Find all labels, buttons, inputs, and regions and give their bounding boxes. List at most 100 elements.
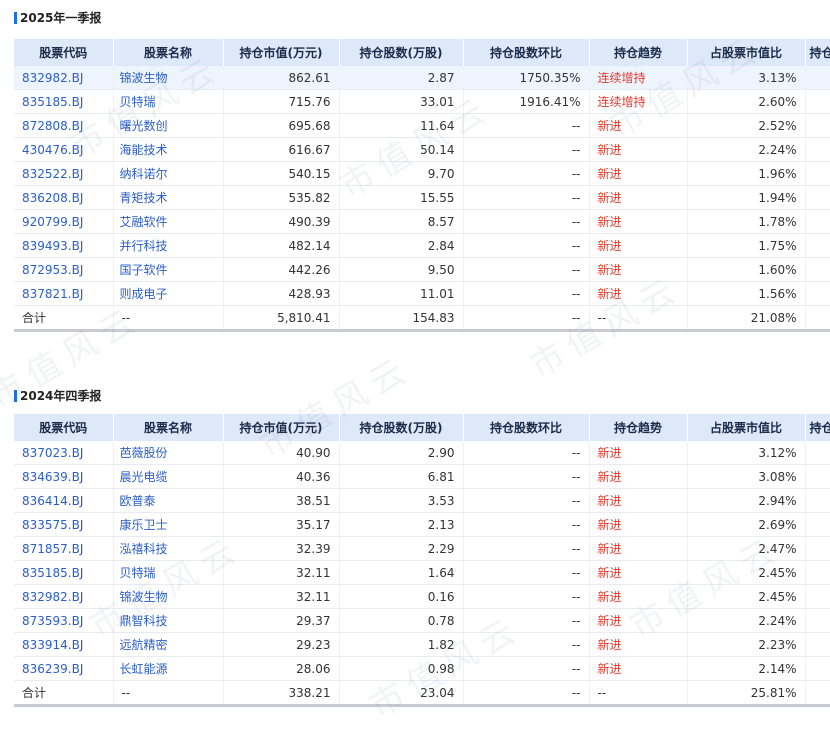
stock-name-link[interactable]: 国子软件 <box>113 257 224 282</box>
stock-name-link[interactable]: 晨光电缆 <box>113 464 224 489</box>
stock-code-link[interactable]: 873593.BJ <box>14 608 114 633</box>
shares-qoq: -- <box>463 161 590 186</box>
stock-name-link[interactable]: 曙光数创 <box>113 113 224 138</box>
stock-name-link[interactable]: 远航精密 <box>113 632 224 657</box>
holding-shares: 2.29 <box>339 536 464 561</box>
stock-name-link[interactable]: 青矩技术 <box>113 185 224 210</box>
stock-name-link[interactable]: 欧普泰 <box>113 488 224 513</box>
table-row: 872953.BJ 国子软件 442.26 9.50 -- 新进 1.60% <box>14 257 830 282</box>
stock-code-link[interactable]: 834639.BJ <box>14 464 114 489</box>
shares-qoq: -- <box>463 137 590 162</box>
holding-value: 490.39 <box>223 209 340 234</box>
holding-trend: 新进 <box>589 512 688 537</box>
stock-code-link[interactable]: 871857.BJ <box>14 536 114 561</box>
col-header-trend[interactable]: 持仓趋势 <box>589 414 688 441</box>
holding-cell <box>805 257 830 282</box>
shares-qoq: -- <box>463 488 590 513</box>
col-header-value[interactable]: 持仓市值(万元) <box>223 414 340 441</box>
total-row: 合计 -- 5,810.41 154.83 -- -- 21.08% <box>14 305 830 332</box>
col-header-qoq[interactable]: 持仓股数环比 <box>463 39 590 66</box>
stock-name-link[interactable]: 长虹能源 <box>113 656 224 681</box>
stock-name-link[interactable]: 纳科诺尔 <box>113 161 224 186</box>
holding-value: 32.11 <box>223 584 340 609</box>
table-row: 833575.BJ 康乐卫士 35.17 2.13 -- 新进 2.69% <box>14 512 830 537</box>
market-value-ratio: 2.94% <box>687 488 806 513</box>
holding-trend: 新进 <box>589 488 688 513</box>
stock-name-link[interactable]: 海能技术 <box>113 137 224 162</box>
holding-trend: 新进 <box>589 161 688 186</box>
stock-name-link[interactable]: 锦波生物 <box>113 66 224 90</box>
stock-code-link[interactable]: 920799.BJ <box>14 209 114 234</box>
stock-code-link[interactable]: 872953.BJ <box>14 257 114 282</box>
stock-name-link[interactable]: 康乐卫士 <box>113 512 224 537</box>
col-header-shares[interactable]: 持仓股数(万股) <box>339 414 464 441</box>
shares-qoq: -- <box>463 584 590 609</box>
market-value-ratio: 1.75% <box>687 233 806 258</box>
col-header-code[interactable]: 股票代码 <box>14 39 114 66</box>
holding-shares: 1.64 <box>339 560 464 585</box>
table-row: 836208.BJ 青矩技术 535.82 15.55 -- 新进 1.94% <box>14 185 830 210</box>
col-header-name[interactable]: 股票名称 <box>113 39 224 66</box>
holding-value: 35.17 <box>223 512 340 537</box>
col-header-shares[interactable]: 持仓股数(万股) <box>339 39 464 66</box>
table-row: 832982.BJ 锦波生物 862.61 2.87 1750.35% 连续增持 3.13% <box>14 66 830 90</box>
stock-name-link[interactable]: 艾融软件 <box>113 209 224 234</box>
holding-value: 40.36 <box>223 464 340 489</box>
stock-code-link[interactable]: 837023.BJ <box>14 441 114 465</box>
stock-name-link[interactable]: 泓禧科技 <box>113 536 224 561</box>
stock-code-link[interactable]: 835185.BJ <box>14 560 114 585</box>
col-header-holding[interactable]: 持仓 <box>805 414 830 441</box>
col-header-value[interactable]: 持仓市值(万元) <box>223 39 340 66</box>
col-header-qoq[interactable]: 持仓股数环比 <box>463 414 590 441</box>
stock-code-link[interactable]: 872808.BJ <box>14 113 114 138</box>
holding-shares: 9.50 <box>339 257 464 282</box>
holding-shares: 0.78 <box>339 608 464 633</box>
total-label: 合计 <box>14 305 114 332</box>
stock-name-link[interactable]: 鼎智科技 <box>113 608 224 633</box>
table-row: 832982.BJ 锦波生物 32.11 0.16 -- 新进 2.45% <box>14 584 830 609</box>
stock-code-link[interactable]: 430476.BJ <box>14 137 114 162</box>
holding-shares: 8.57 <box>339 209 464 234</box>
table-row: 835185.BJ 贝特瑞 32.11 1.64 -- 新进 2.45% <box>14 560 830 585</box>
shares-qoq: -- <box>463 608 590 633</box>
col-header-code[interactable]: 股票代码 <box>14 414 114 441</box>
stock-code-link[interactable]: 835185.BJ <box>14 89 114 114</box>
stock-code-link[interactable]: 833914.BJ <box>14 632 114 657</box>
stock-code-link[interactable]: 832522.BJ <box>14 161 114 186</box>
holding-trend: 新进 <box>589 536 688 561</box>
stock-code-link[interactable]: 839493.BJ <box>14 233 114 258</box>
shares-qoq: -- <box>463 656 590 681</box>
stock-name-link[interactable]: 锦波生物 <box>113 584 224 609</box>
stock-name-link[interactable]: 贝特瑞 <box>113 89 224 114</box>
holding-value: 442.26 <box>223 257 340 282</box>
stock-code-link[interactable]: 832982.BJ <box>14 584 114 609</box>
holding-shares: 9.70 <box>339 161 464 186</box>
stock-code-link[interactable]: 832982.BJ <box>14 66 114 90</box>
table-row: 430476.BJ 海能技术 616.67 50.14 -- 新进 2.24% <box>14 137 830 162</box>
stock-code-link[interactable]: 833575.BJ <box>14 512 114 537</box>
holding-cell <box>805 89 830 114</box>
table-row: 920799.BJ 艾融软件 490.39 8.57 -- 新进 1.78% <box>14 209 830 234</box>
stock-name-link[interactable]: 芭薇股份 <box>113 441 224 465</box>
stock-name-link[interactable]: 则成电子 <box>113 281 224 306</box>
table-row: 834639.BJ 晨光电缆 40.36 6.81 -- 新进 3.08% <box>14 464 830 489</box>
holding-cell <box>805 560 830 585</box>
col-header-trend[interactable]: 持仓趋势 <box>589 39 688 66</box>
market-value-ratio: 3.08% <box>687 464 806 489</box>
holding-cell <box>805 66 830 90</box>
stock-code-link[interactable]: 836239.BJ <box>14 656 114 681</box>
holding-cell <box>805 632 830 657</box>
total-qoq: -- <box>463 680 590 707</box>
stock-name-link[interactable]: 贝特瑞 <box>113 560 224 585</box>
col-header-name[interactable]: 股票名称 <box>113 414 224 441</box>
col-header-ratio[interactable]: 占股票市值比 <box>687 414 806 441</box>
holding-shares: 2.84 <box>339 233 464 258</box>
stock-code-link[interactable]: 837821.BJ <box>14 281 114 306</box>
table-row: 873593.BJ 鼎智科技 29.37 0.78 -- 新进 2.24% <box>14 608 830 633</box>
col-header-ratio[interactable]: 占股票市值比 <box>687 39 806 66</box>
stock-code-link[interactable]: 836414.BJ <box>14 488 114 513</box>
stock-name-link[interactable]: 并行科技 <box>113 233 224 258</box>
holding-trend: 新进 <box>589 137 688 162</box>
stock-code-link[interactable]: 836208.BJ <box>14 185 114 210</box>
col-header-holding[interactable]: 持仓 <box>805 39 830 66</box>
